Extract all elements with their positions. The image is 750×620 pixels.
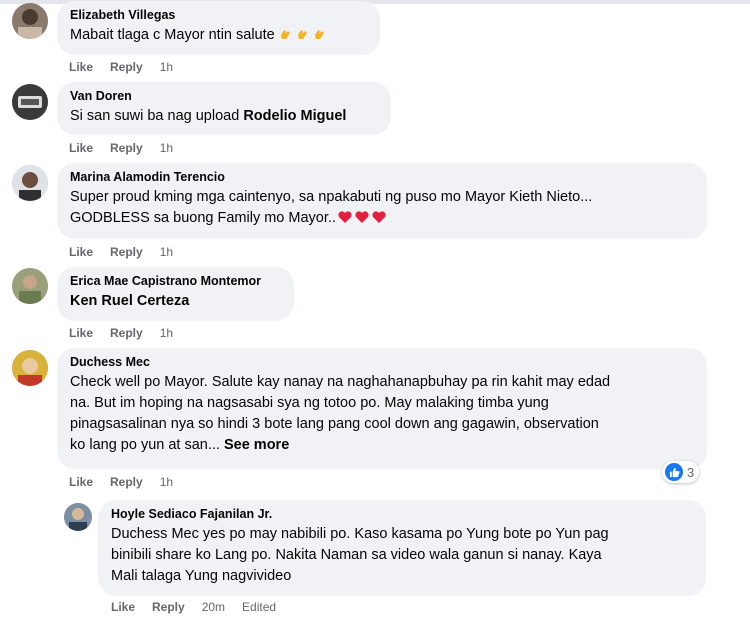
mention-link[interactable]: Ken Ruel Certeza	[70, 293, 189, 309]
comment-text: Duchess Mec yes po may nabibili po. Kaso…	[111, 526, 609, 584]
comment-bubble: Duchess Mec Check well po Mayor. Salute …	[57, 348, 707, 469]
avatar-photo-icon	[12, 165, 48, 201]
reaction-count: 3	[687, 464, 695, 480]
heart-emoji-icon	[338, 211, 352, 223]
commenter-name[interactable]: Erica Mae Capistrano Montemor	[70, 273, 282, 290]
comment-actions: Like Reply 20m Edited	[111, 599, 276, 615]
comment-text: Ken Ruel Certeza	[70, 291, 282, 312]
commenter-name[interactable]: Hoyle Sediaco Fajanilan Jr.	[111, 506, 694, 523]
avatar[interactable]	[12, 84, 48, 120]
comment-bubble: Erica Mae Capistrano Montemor Ken Ruel C…	[57, 267, 294, 321]
reply-link[interactable]: Reply	[110, 475, 143, 489]
avatar-photo-icon	[12, 350, 48, 386]
edited-label[interactable]: Edited	[242, 600, 276, 614]
timestamp[interactable]: 1h	[160, 60, 173, 74]
heart-emoji-icon	[355, 211, 369, 223]
commenter-name[interactable]: Van Doren	[70, 88, 379, 105]
avatar[interactable]	[64, 503, 92, 531]
commenter-name[interactable]: Duchess Mec	[70, 354, 695, 371]
reply-link[interactable]: Reply	[110, 141, 143, 155]
avatar-photo-icon	[12, 3, 48, 39]
comment-actions: Like Reply 1h	[69, 474, 173, 490]
like-link[interactable]: Like	[69, 60, 93, 74]
like-link[interactable]: Like	[69, 475, 93, 489]
reply-link[interactable]: Reply	[110, 245, 143, 259]
comment-actions: Like Reply 1h	[69, 244, 173, 260]
like-link[interactable]: Like	[69, 326, 93, 340]
comment-actions: Like Reply 1h	[69, 59, 173, 75]
like-link[interactable]: Like	[69, 141, 93, 155]
clap-emoji-icon	[314, 30, 324, 39]
mention-link[interactable]: Rodelio Miguel	[243, 108, 346, 124]
comment-bubble: Hoyle Sediaco Fajanilan Jr. Duchess Mec …	[98, 500, 706, 596]
comment-text: Si san suwi ba nag upload Rodelio Miguel	[70, 108, 347, 124]
comment-bubble: Van Doren Si san suwi ba nag upload Rode…	[57, 82, 391, 135]
timestamp[interactable]: 1h	[160, 141, 173, 155]
reaction-count-pill[interactable]: 3	[662, 461, 700, 483]
like-reaction-icon	[665, 463, 683, 481]
timestamp[interactable]: 1h	[160, 475, 173, 489]
like-link[interactable]: Like	[69, 245, 93, 259]
avatar-photo-icon	[12, 268, 48, 304]
comment-text: Mabait tlaga c Mayor ntin salute	[70, 25, 368, 46]
see-more-link[interactable]: See more	[224, 437, 289, 453]
commenter-name[interactable]: Marina Alamodin Terencio	[70, 169, 695, 186]
commenter-name[interactable]: Elizabeth Villegas	[70, 7, 368, 24]
timestamp[interactable]: 1h	[160, 245, 173, 259]
reply-link[interactable]: Reply	[110, 60, 143, 74]
comment-text: Check well po Mayor. Salute kay nanay na…	[70, 374, 611, 453]
avatar[interactable]	[12, 350, 48, 386]
heart-emoji-icon	[372, 211, 386, 223]
comment-text: Super proud kming mga caintenyo, sa npak…	[70, 189, 593, 226]
comment-actions: Like Reply 1h	[69, 140, 173, 156]
avatar-photo-icon	[12, 84, 48, 120]
avatar[interactable]	[12, 268, 48, 304]
comment-bubble: Elizabeth Villegas Mabait tlaga c Mayor …	[57, 1, 380, 55]
reply-link[interactable]: Reply	[152, 600, 185, 614]
timestamp[interactable]: 20m	[202, 600, 225, 614]
reply-link[interactable]: Reply	[110, 326, 143, 340]
timestamp[interactable]: 1h	[160, 326, 173, 340]
like-link[interactable]: Like	[111, 600, 135, 614]
comment-bubble: Marina Alamodin Terencio Super proud kmi…	[57, 163, 707, 239]
clap-emoji-icon	[297, 30, 307, 39]
avatar[interactable]	[12, 165, 48, 201]
avatar-photo-icon	[64, 503, 92, 531]
avatar[interactable]	[12, 3, 48, 39]
clap-emoji-icon	[280, 30, 290, 39]
comment-actions: Like Reply 1h	[69, 325, 173, 341]
